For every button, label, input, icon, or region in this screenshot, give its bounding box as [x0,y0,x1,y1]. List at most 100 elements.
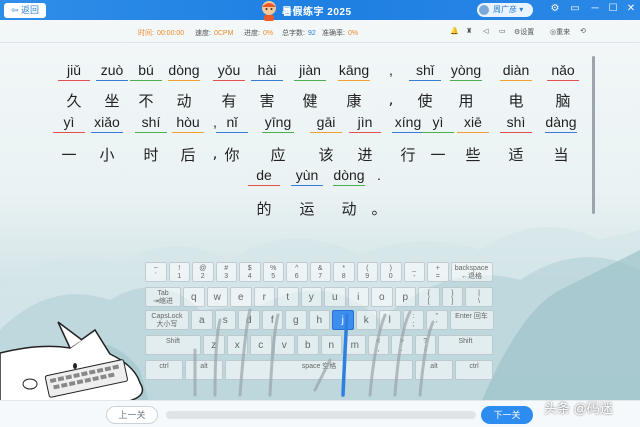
pinyin-syllable: hài [247,62,287,81]
settings-icon[interactable]: ⚙ [548,3,562,14]
pinyin-syllable: yì [49,114,89,133]
hanzi-character: 电 [508,92,524,110]
hanzi-character: 脑 [555,92,571,110]
previous-level-button[interactable]: 上一关 [106,406,158,424]
pinyin-syllable: nǎo [543,62,583,81]
key-special[interactable]: ) 0 [380,262,402,282]
pinyin-syllable: yì [418,114,458,133]
rook-icon[interactable]: ♜ [466,27,472,35]
key-special[interactable]: _ - [403,262,425,282]
hanzi-character: 该 [318,146,334,164]
pinyin-syllable: de [244,167,284,186]
hanzi-character: 有 [221,92,237,110]
watermark: 头条 @码迷 [544,401,613,416]
hanzi-character: 坐 [104,92,120,110]
key-special[interactable]: Enter 回车 [449,310,494,330]
key-special[interactable]: * 8 [333,262,355,282]
pinyin-syllable: yīng [258,114,298,133]
key-special[interactable]: | \ [465,287,493,307]
accuracy-stat: 准确率: 0% [322,30,359,37]
key-special[interactable]: ! 1 [168,262,190,282]
app-title: 暑假练字 2025 [282,7,352,18]
hanzi-character: 运 [299,200,315,218]
hanzi-character: 时 [143,146,159,164]
hanzi-character: 进 [357,146,373,164]
hanzi-character: 康 [346,92,362,110]
hanzi-character: 用 [458,92,474,110]
pinyin-syllable: shì [496,114,536,133]
sound-icon[interactable]: ◁ [483,27,488,35]
pinyin-syllable: jiǔ [54,62,94,81]
progress-stat: 进度: 0% [244,30,274,37]
mascot-icon [262,1,276,21]
pinyin-syllable: bú [126,62,166,81]
pinyin-syllable: dàng [541,114,581,133]
key-special[interactable]: backspace ←退格 [450,262,493,282]
hanzi-character: 小 [99,146,115,164]
hanzi-character: 健 [302,92,318,110]
key-special[interactable]: # 3 [215,262,237,282]
pinyin-syllable: nǐ [212,114,252,133]
key-special[interactable]: ^ 6 [286,262,308,282]
time-stat: 时间: 00:00:00 [138,30,185,37]
hanzi-character: 应 [270,146,286,164]
hanzi-character: 动 [176,92,192,110]
hand-guide-overlay [193,308,435,397]
minimize-icon[interactable]: ─ [588,3,602,14]
hanzi-character: 些 [465,146,481,164]
hanzi-character: 的 [256,200,272,218]
pinyin-syllable: diàn [496,62,536,81]
pinyin-syllable: yùn [287,167,327,186]
hanzi-character: 一 [61,146,77,164]
hanzi-character: 当 [553,146,569,164]
hanzi-character: 久 [66,92,82,110]
bell-icon[interactable]: 🔔 [450,27,459,35]
hanzi-character: , [388,90,394,108]
hanzi-character: 不 [138,92,154,110]
pinyin-syllable: gāi [306,114,346,133]
key-special[interactable]: ctrl [455,360,493,380]
pinyin-syllable: shǐ [405,62,445,81]
title-bar: ⇦ 返回 暑假练字 2025 周广彦 ▾ ⚙ ▭ ─ ☐ ✕ [0,0,640,21]
hanzi-character: 行 [400,146,416,164]
key-special[interactable]: ~ ` [145,262,167,282]
skin-icon[interactable]: ▭ [568,3,582,14]
maximize-icon[interactable]: ☐ [606,3,620,14]
divider [0,42,640,43]
pinyin-syllable: yòng [446,62,486,81]
key-special[interactable]: @ 2 [192,262,214,282]
restart-button[interactable]: ◎重来 [550,27,570,37]
close-icon[interactable]: ✕ [624,3,638,14]
key-special[interactable]: + = [427,262,449,282]
next-level-button[interactable]: 下一关 [481,406,533,424]
screen-icon[interactable]: ▭ [499,27,506,35]
pinyin-syllable: shí [131,114,171,133]
refresh-icon[interactable]: ⟲ [580,27,586,35]
stats-bar: 时间: 00:00:00 速度: 0CPM 进度: 0% 总字数: 92 准确率: 0% … [0,22,640,42]
pinyin-syllable: jìn [345,114,385,133]
key-special[interactable]: ( 9 [356,262,378,282]
hanzi-character: 你 [224,146,240,164]
hanzi-character: 动 [341,200,357,218]
key-special[interactable]: % 5 [262,262,284,282]
total-chars-stat: 总字数: 92 [282,30,316,37]
hanzi-character: 害 [259,92,275,110]
user-account-button[interactable]: 周广彦 ▾ [477,3,533,17]
key-special[interactable]: $ 4 [239,262,261,282]
pinyin-syllable: xiǎo [87,114,127,133]
back-arrow-icon: ⇦ [10,5,19,15]
hanzi-character: 使 [417,92,433,110]
user-avatar [479,5,489,15]
chevron-down-icon: ▾ [519,5,524,14]
level-progress-bar [166,411,476,419]
hanzi-character: 后 [180,146,196,164]
settings-button[interactable]: ⚙设置 [514,27,534,37]
hanzi-character: 。 [371,200,387,218]
pinyin-syllable: . [377,167,381,183]
pinyin-syllable: jiàn [290,62,330,81]
scrollbar[interactable] [592,56,595,214]
hanzi-character: 一 [430,146,446,164]
key-special[interactable]: & 7 [309,262,331,282]
back-button[interactable]: ⇦ 返回 [4,3,46,18]
hanzi-character: 适 [508,146,524,164]
